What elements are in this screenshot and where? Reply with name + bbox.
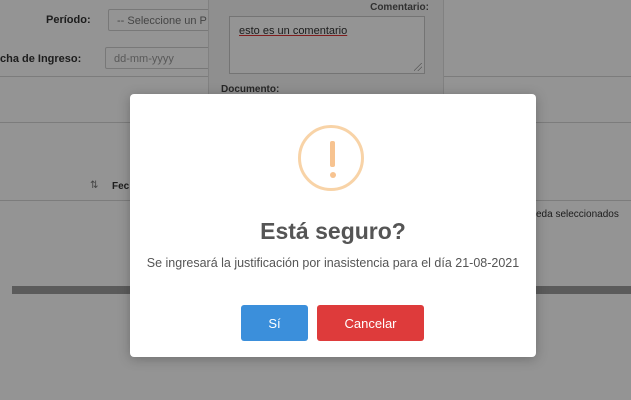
- dialog-message: Se ingresará la justificación por inasis…: [146, 256, 520, 270]
- confirm-dialog: Está seguro? Se ingresará la justificaci…: [130, 94, 536, 357]
- exclamation-bar: [330, 141, 335, 167]
- exclamation-dot: [329, 172, 336, 178]
- confirm-button[interactable]: Sí: [241, 305, 308, 341]
- dialog-title: Está seguro?: [260, 218, 406, 244]
- cancel-button[interactable]: Cancelar: [317, 305, 424, 341]
- warning-exclamation-icon: [298, 125, 364, 191]
